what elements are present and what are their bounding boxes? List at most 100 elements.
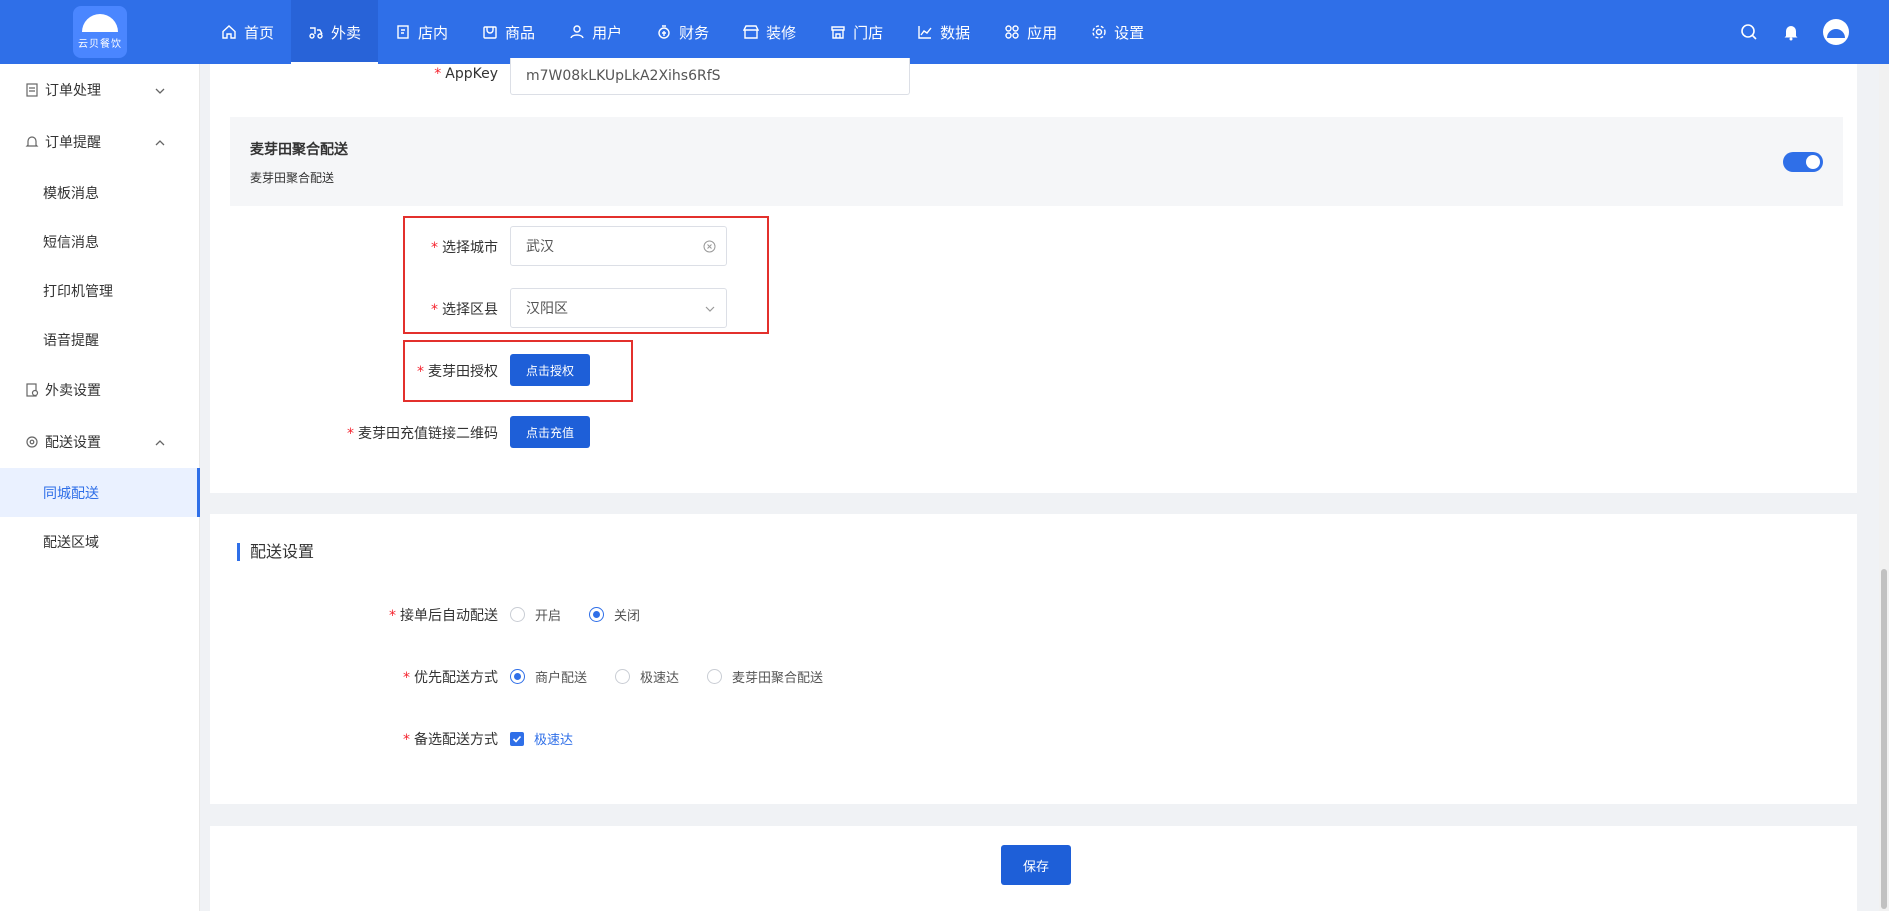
sidebar-item-label: 同城配送 (43, 485, 99, 502)
logo-text: 云贝餐饮 (78, 39, 122, 50)
nav-item-delivery[interactable]: 外卖 (291, 0, 379, 64)
checkbox-express[interactable] (510, 731, 524, 746)
nav-label: 店内 (418, 23, 449, 42)
banner-subtitle: 麦芽田聚合配送 (250, 171, 335, 185)
priority-delivery-label: * 优先配送方式 (350, 667, 498, 687)
sidebar-item-template-message[interactable]: 模板消息 (0, 168, 199, 217)
auto-delivery-label: * 接单后自动配送 (350, 605, 498, 625)
appkey-label-text: AppKey (445, 66, 498, 82)
district-select[interactable]: 汉阳区 (510, 288, 727, 328)
radio-maiyatian[interactable] (707, 669, 723, 684)
sidebar-item-sms-message[interactable]: 短信消息 (0, 217, 199, 266)
required-mark: * (434, 66, 442, 82)
radio-auto-off[interactable] (589, 607, 605, 622)
recharge-label-text: 麦芽田充值链接二维码 (358, 426, 498, 442)
sidebar-group-takeout-settings[interactable]: 外卖设置 (0, 364, 199, 416)
sidebar-item-label: 打印机管理 (43, 283, 113, 300)
apps-icon (1004, 24, 1020, 40)
chevron-up-icon (155, 436, 165, 446)
backup-delivery-label: * 备选配送方式 (350, 729, 498, 749)
checkbox-label: 极速达 (534, 733, 574, 748)
recharge-label: * 麦芽田充值链接二维码 (300, 423, 498, 443)
nav-item-user[interactable]: 用户 (552, 0, 639, 64)
priority-delivery-radio-group: 商户配送 极速达 麦芽田聚合配送 (510, 667, 851, 686)
backup-delivery-label-text: 备选配送方式 (414, 732, 498, 748)
save-button[interactable]: 保存 (1001, 845, 1071, 885)
required-mark: * (403, 732, 410, 748)
radio-label: 商户配送 (535, 671, 588, 686)
sidebar-item-voice-reminder[interactable]: 语音提醒 (0, 315, 199, 364)
search-icon[interactable] (1739, 22, 1759, 42)
nav-item-decoration[interactable]: 装修 (726, 0, 813, 64)
nav-item-shop[interactable]: 门店 (813, 0, 900, 64)
nav-label: 装修 (766, 23, 797, 42)
radio-merchant-delivery[interactable] (510, 669, 525, 684)
auto-delivery-radio-group: 开启 关闭 (510, 605, 668, 624)
nav-item-settings[interactable]: 设置 (1074, 0, 1161, 64)
maiyatian-toggle[interactable] (1783, 152, 1823, 172)
nav-item-apps[interactable]: 应用 (987, 0, 1074, 64)
chevron-down-icon (704, 303, 716, 319)
home-icon (221, 24, 237, 40)
district-label-text: 选择区县 (442, 302, 498, 318)
radio-auto-on[interactable] (510, 607, 525, 622)
appkey-input[interactable]: m7W08kLKUpLkA2Xihs6RfS (510, 58, 910, 95)
sidebar-item-label: 语音提醒 (43, 332, 99, 349)
app-logo[interactable]: 云贝餐饮 (73, 6, 127, 58)
chart-icon (917, 24, 933, 40)
gear-icon (1091, 24, 1107, 40)
sidebar-group-order-reminder[interactable]: 订单提醒 (0, 116, 199, 168)
required-mark: * (417, 364, 424, 380)
priority-delivery-label-text: 优先配送方式 (414, 670, 498, 686)
radio-label: 极速达 (640, 671, 680, 686)
bell-icon[interactable] (1781, 22, 1801, 42)
auth-label: * 麦芽田授权 (400, 361, 498, 381)
authorize-button[interactable]: 点击授权 (510, 354, 590, 386)
nav-item-product[interactable]: 商品 (465, 0, 552, 64)
appkey-label: * AppKey (400, 66, 498, 82)
nav-item-home[interactable]: 首页 (204, 0, 291, 64)
page-scrollbar[interactable] (1879, 64, 1889, 911)
avatar-logo-icon (1827, 29, 1845, 38)
sidebar-group-label: 订单提醒 (45, 135, 101, 151)
required-mark: * (403, 670, 410, 686)
radio-express[interactable] (615, 669, 631, 684)
nav-label: 设置 (1114, 23, 1145, 42)
city-label: * 选择城市 (400, 237, 498, 257)
nav-item-data[interactable]: 数据 (900, 0, 987, 64)
sidebar-group-label: 外卖设置 (45, 383, 101, 399)
required-mark: * (389, 608, 396, 624)
sidebar-item-label: 模板消息 (43, 185, 99, 202)
sidebar-item-label: 配送区域 (43, 534, 99, 551)
nav-label: 应用 (1027, 23, 1058, 42)
maiyatian-banner: 麦芽田聚合配送 麦芽田聚合配送 (230, 117, 1843, 206)
nav-item-store-inside[interactable]: 店内 (378, 0, 465, 64)
sidebar-item-delivery-area[interactable]: 配送区域 (0, 517, 199, 566)
toggle-knob (1806, 155, 1820, 169)
sidebar-group-order-processing[interactable]: 订单处理 (0, 64, 199, 116)
nav-item-finance[interactable]: 财务 (639, 0, 726, 64)
nav-label: 首页 (244, 23, 275, 42)
sidebar-item-printer[interactable]: 打印机管理 (0, 266, 199, 315)
banner-title: 麦芽田聚合配送 (250, 142, 348, 158)
user-icon (569, 24, 585, 40)
clear-icon[interactable] (703, 240, 716, 257)
required-mark: * (347, 426, 354, 442)
city-select[interactable]: 武汉 (510, 226, 727, 266)
sidebar-item-same-city-delivery[interactable]: 同城配送 (0, 468, 200, 517)
sidebar-group-label: 配送设置 (45, 435, 101, 451)
sidebar-group-delivery-settings[interactable]: 配送设置 (0, 416, 199, 468)
bell-icon (25, 135, 39, 149)
recharge-button[interactable]: 点击充值 (510, 416, 590, 448)
finance-icon (656, 24, 672, 40)
chevron-down-icon (155, 84, 165, 94)
auto-delivery-label-text: 接单后自动配送 (400, 608, 498, 624)
scrollbar-thumb[interactable] (1881, 569, 1887, 909)
avatar[interactable] (1823, 19, 1849, 45)
chevron-up-icon (155, 136, 165, 146)
logo-dome-icon (82, 14, 118, 32)
document-icon (25, 83, 39, 97)
radio-label: 关闭 (614, 609, 641, 624)
settings-doc-icon (25, 383, 39, 397)
city-label-text: 选择城市 (442, 240, 498, 256)
